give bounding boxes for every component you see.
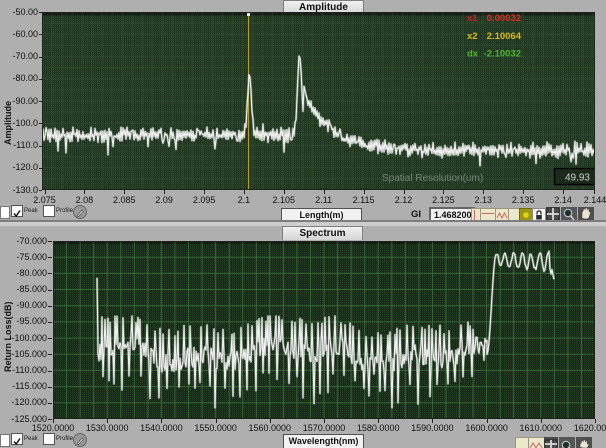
svg-text:x1: x1 <box>467 13 478 24</box>
svg-text:2.10064: 2.10064 <box>487 31 522 42</box>
svg-text:0.00032: 0.00032 <box>487 13 521 24</box>
svg-text:x2: x2 <box>467 31 478 42</box>
svg-text:dx: dx <box>467 49 479 60</box>
svg-text:Spatial Resolution(um): Spatial Resolution(um) <box>382 173 483 184</box>
svg-text:49.93: 49.93 <box>565 173 590 184</box>
svg-text:-2.10032: -2.10032 <box>483 49 521 60</box>
